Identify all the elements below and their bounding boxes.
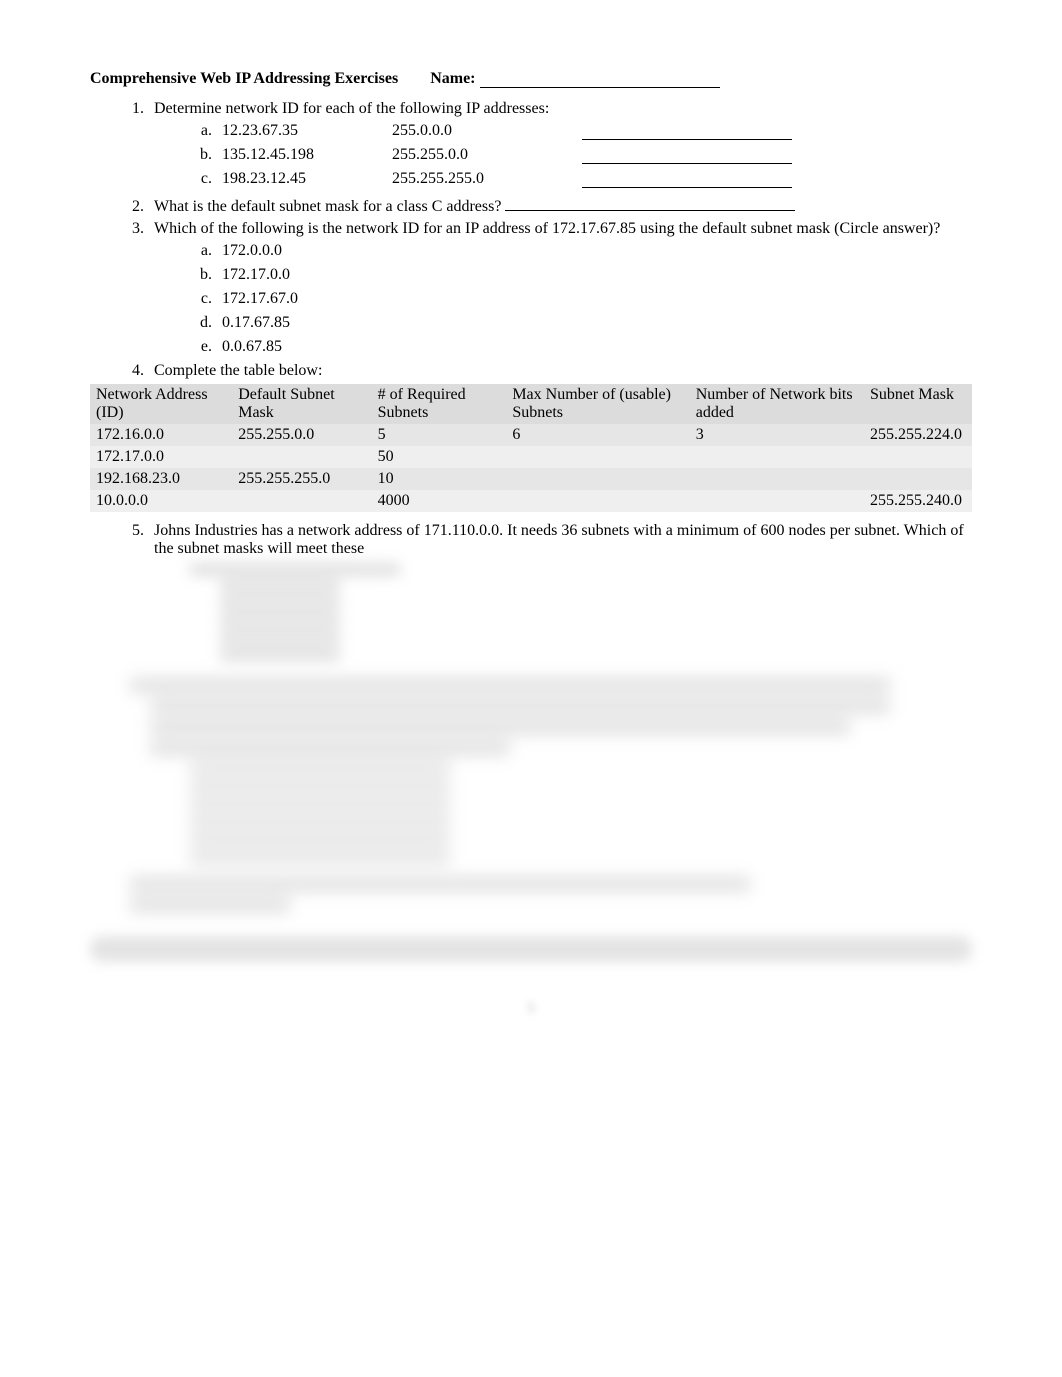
cell-max [506, 446, 689, 468]
question-4: Complete the table below: [148, 362, 972, 380]
cell-max [506, 468, 689, 490]
q2-prompt: What is the default subnet mask for a cl… [154, 198, 501, 215]
name-blank-line [480, 71, 720, 88]
cell-req: 50 [372, 446, 507, 468]
cell-mask [864, 446, 972, 468]
subnet-table: Network Address (ID) Default Subnet Mask… [90, 384, 972, 512]
q1a-answer-blank [582, 123, 792, 140]
cell-bits [690, 468, 864, 490]
q1a-mask: 255.0.0.0 [392, 122, 582, 140]
col-required-subnets: # of Required Subnets [372, 384, 507, 424]
q3-option-d: 0.17.67.85 [216, 314, 972, 332]
col-subnet-mask: Subnet Mask [864, 384, 972, 424]
blurred-question-6 [130, 678, 972, 912]
cell-mask: 255.255.224.0 [864, 424, 972, 446]
q1-row-a: 12.23.67.35 255.0.0.0 [216, 122, 972, 140]
question-3: Which of the following is the network ID… [148, 220, 972, 356]
table-row: 192.168.23.0 255.255.255.0 10 [90, 468, 972, 490]
page-number: 1 [90, 1000, 972, 1017]
q2-answer-blank [505, 194, 795, 211]
table-row: 172.16.0.0 255.255.0.0 5 6 3 255.255.224… [90, 424, 972, 446]
q3-option-b: 172.17.0.0 [216, 266, 972, 284]
cell-max: 6 [506, 424, 689, 446]
col-bits-added: Number of Network bits added [690, 384, 864, 424]
cell-mask: 255.255.240.0 [864, 490, 972, 512]
question-2: What is the default subnet mask for a cl… [148, 194, 972, 216]
cell-bits [690, 490, 864, 512]
worksheet-header: Comprehensive Web IP Addressing Exercise… [90, 70, 972, 88]
table-header-row: Network Address (ID) Default Subnet Mask… [90, 384, 972, 424]
question-1: Determine network ID for each of the fol… [148, 100, 972, 188]
cell-mask [864, 468, 972, 490]
col-max-subnets: Max Number of (usable) Subnets [506, 384, 689, 424]
q1b-answer-blank [582, 147, 792, 164]
worksheet-title: Comprehensive Web IP Addressing Exercise… [90, 70, 398, 87]
q3-option-a: 172.0.0.0 [216, 242, 972, 260]
cell-defmask: 255.255.255.0 [232, 468, 371, 490]
col-network-address: Network Address (ID) [90, 384, 232, 424]
blurred-q5-options [190, 564, 972, 660]
table-row: 172.17.0.0 50 [90, 446, 972, 468]
cell-max [506, 490, 689, 512]
cell-addr: 192.168.23.0 [90, 468, 232, 490]
q1-row-c: 198.23.12.45 255.255.255.0 [216, 170, 972, 188]
cell-defmask [232, 490, 371, 512]
q1-row-b: 135.12.45.198 255.255.0.0 [216, 146, 972, 164]
q1b-ip: 135.12.45.198 [222, 146, 392, 164]
cell-bits [690, 446, 864, 468]
question-5: Johns Industries has a network address o… [148, 522, 972, 558]
q1c-ip: 198.23.12.45 [222, 170, 392, 188]
q1c-mask: 255.255.255.0 [392, 170, 582, 188]
q1c-answer-blank [582, 171, 792, 188]
name-label: Name: [430, 70, 475, 87]
cell-defmask: 255.255.0.0 [232, 424, 371, 446]
q3-option-e: 0.0.67.85 [216, 338, 972, 356]
q4-prompt: Complete the table below: [154, 362, 322, 379]
cell-bits: 3 [690, 424, 864, 446]
col-default-mask: Default Subnet Mask [232, 384, 371, 424]
cell-addr: 172.16.0.0 [90, 424, 232, 446]
cell-req: 5 [372, 424, 507, 446]
cell-defmask [232, 446, 371, 468]
cell-addr: 172.17.0.0 [90, 446, 232, 468]
cell-req: 4000 [372, 490, 507, 512]
table-row: 10.0.0.0 4000 255.255.240.0 [90, 490, 972, 512]
q5-prompt: Johns Industries has a network address o… [154, 522, 964, 557]
cell-req: 10 [372, 468, 507, 490]
q3-option-c: 172.17.67.0 [216, 290, 972, 308]
q3-prompt: Which of the following is the network ID… [154, 220, 940, 237]
blurred-table-header [90, 936, 972, 962]
q1b-mask: 255.255.0.0 [392, 146, 582, 164]
cell-addr: 10.0.0.0 [90, 490, 232, 512]
q1a-ip: 12.23.67.35 [222, 122, 392, 140]
q1-prompt: Determine network ID for each of the fol… [154, 100, 549, 117]
